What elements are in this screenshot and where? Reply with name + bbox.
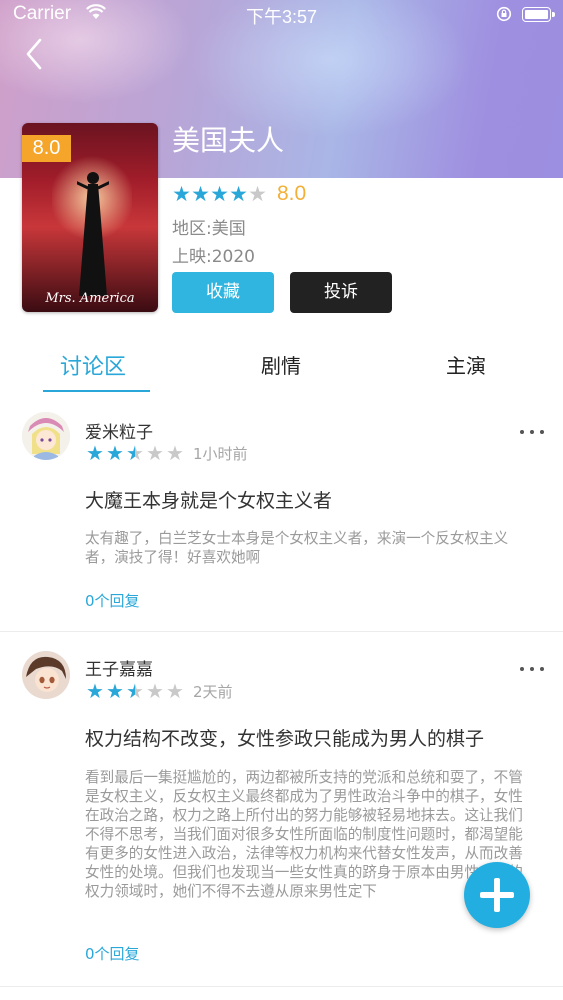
star-filled-icon: ★ — [86, 679, 104, 703]
movie-rating: ★ ★ ★ ★ ★ 8.0 — [172, 180, 306, 208]
avatar — [22, 412, 70, 460]
star-filled-icon: ★ — [86, 441, 104, 465]
post-star-rating: ★ ★ ★ ★ ★ — [85, 442, 185, 464]
movie-poster: Mrs. America 8.0 — [22, 123, 158, 312]
status-bar: Carrier 下午3:57 — [0, 0, 563, 30]
collect-button[interactable]: 收藏 — [172, 272, 274, 313]
rating-value: 8.0 — [277, 182, 307, 205]
star-half-icon: ★ — [126, 679, 144, 703]
avatar-anime-girl-icon — [22, 412, 70, 460]
clock: 下午3:57 — [245, 7, 318, 27]
poster-title: Mrs. America — [45, 291, 135, 306]
star-filled-icon: ★ — [106, 679, 124, 703]
tab-active-indicator — [43, 390, 150, 392]
star-empty-icon: ★ — [146, 679, 164, 703]
star-empty-icon: ★ — [248, 182, 267, 206]
tab-bar: 讨论区 剧情 主演 — [0, 340, 563, 396]
battery-icon — [522, 7, 555, 22]
star-filled-icon: ★ — [210, 182, 229, 206]
post-star-rating: ★ ★ ★ ★ ★ — [85, 680, 185, 702]
divider — [0, 986, 563, 987]
divider — [0, 631, 563, 632]
star-empty-icon: ★ — [166, 441, 184, 465]
star-empty-icon: ★ — [146, 441, 164, 465]
tab-plot[interactable]: 剧情 — [261, 350, 301, 379]
release-label: 上映:2020 — [172, 247, 255, 267]
post-time: 2天前 — [193, 682, 233, 701]
more-options-icon[interactable] — [520, 663, 544, 675]
username: 王子嘉嘉 — [85, 660, 153, 680]
reply-count-link[interactable]: 0个回复 — [85, 943, 140, 964]
more-options-icon[interactable] — [520, 426, 544, 438]
post-title: 权力结构不改变，女性参政只能成为男人的棋子 — [85, 728, 485, 750]
movie-star-rating: ★ ★ ★ ★ ★ — [172, 183, 267, 205]
star-filled-icon: ★ — [191, 182, 210, 206]
username: 爱米粒子 — [85, 423, 153, 443]
star-empty-icon: ★ — [166, 679, 184, 703]
back-arrow-icon[interactable] — [20, 36, 54, 72]
poster-silhouette — [77, 172, 109, 296]
star-filled-icon: ★ — [106, 441, 124, 465]
post-title: 大魔王本身就是个女权主义者 — [85, 490, 333, 512]
avatar-anime-boy-icon — [22, 651, 70, 699]
tab-discussion[interactable]: 讨论区 — [60, 349, 126, 381]
add-post-button[interactable] — [464, 862, 530, 928]
orientation-lock-icon — [496, 6, 512, 22]
star-filled-icon: ★ — [172, 182, 191, 206]
post-rating: ★ ★ ★ ★ ★ 1小时前 — [85, 442, 248, 464]
avatar — [22, 651, 70, 699]
region-label: 地区:美国 — [172, 219, 246, 239]
movie-title: 美国夫人 — [172, 124, 285, 157]
post-rating: ★ ★ ★ ★ ★ 2天前 — [85, 680, 233, 702]
star-filled-icon: ★ — [229, 182, 248, 206]
score-badge: 8.0 — [22, 135, 71, 162]
post-time: 1小时前 — [193, 444, 248, 463]
report-button[interactable]: 投诉 — [290, 272, 392, 313]
star-half-icon: ★ — [126, 441, 144, 465]
reply-count-link[interactable]: 0个回复 — [85, 590, 140, 611]
tab-cast[interactable]: 主演 — [446, 350, 486, 379]
post-body: 太有趣了，白兰芝女士本身是个女权主义者，来演一个反女权主义者，演技了得！好喜欢她… — [85, 530, 509, 566]
